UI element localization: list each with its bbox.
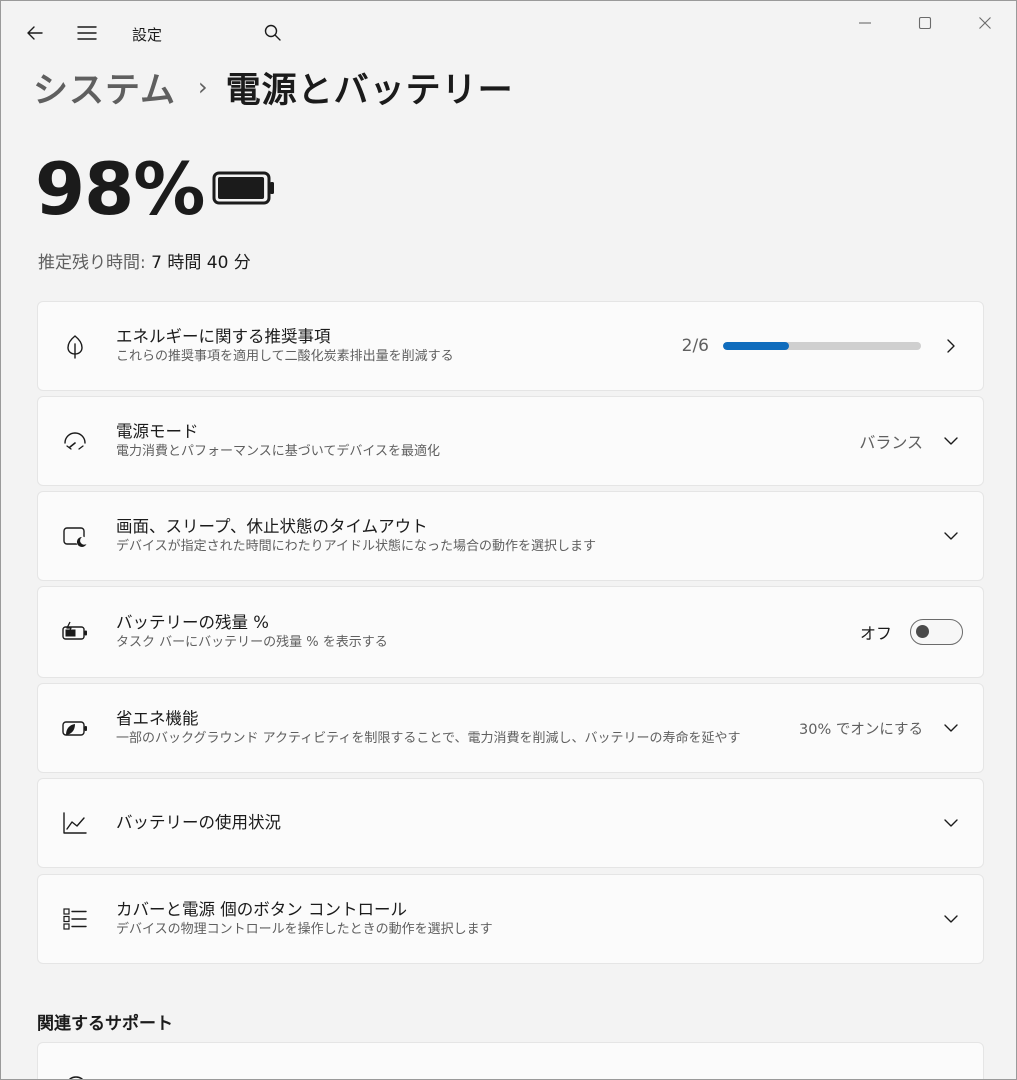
back-button[interactable] (21, 19, 49, 47)
screen-sleep-title: 画面、スリープ、休止状態のタイムアウト (116, 517, 428, 536)
energy-recommendations-title: エネルギーに関する推奨事項 (116, 327, 331, 346)
screen-sleep-subtitle: デバイスが指定された時間にわたりアイドル状態になった場合の動作を選択します (116, 539, 596, 554)
breadcrumb-separator-icon: › (197, 73, 208, 101)
app-title: 設定 (132, 26, 163, 44)
minimize-icon (859, 22, 871, 24)
line-chart-icon (60, 808, 90, 838)
battery-percentage: 98% (35, 147, 205, 231)
breadcrumb-parent-system[interactable]: システム (33, 62, 176, 113)
energy-saver-title: 省エネ機能 (116, 709, 199, 728)
energy-saver-value: 30% でオンにする (799, 721, 923, 738)
recommendations-progress-bar (723, 342, 921, 350)
list-icon (60, 904, 90, 934)
battery-percentage-toggle-label: オフ (859, 624, 892, 643)
page-title: 電源とバッテリー (225, 70, 514, 111)
battery-icon (212, 171, 274, 205)
chevron-down-icon (939, 524, 963, 548)
globe-icon (68, 1076, 84, 1079)
maximize-icon (918, 16, 932, 30)
energy-recommendations-subtitle: これらの推奨事項を適用して二酸化炭素排出量を削減する (116, 349, 454, 364)
search-icon (264, 24, 281, 41)
related-support-heading: 関連するサポート (37, 1014, 173, 1034)
battery-percentage-toggle[interactable] (910, 619, 963, 645)
chevron-down-icon (939, 811, 963, 835)
battery-charging-icon (60, 617, 90, 647)
navigation-menu-button[interactable] (73, 19, 101, 47)
minimize-button[interactable] (849, 9, 881, 37)
related-support-card[interactable] (37, 1042, 984, 1079)
estimated-time-remaining: 推定残り時間: 7 時間 40 分 (38, 248, 251, 273)
search-button[interactable] (259, 19, 287, 47)
chevron-right-icon (939, 334, 963, 358)
toggle-knob (916, 625, 929, 638)
screen-sleep-icon (60, 521, 90, 551)
battery-usage-card[interactable]: バッテリーの使用状況 (37, 778, 984, 868)
lid-power-button-title: カバーと電源 個のボタン コントロール (116, 900, 407, 919)
maximize-button[interactable] (909, 9, 941, 37)
battery-percentage-title: バッテリーの残量 % (116, 613, 269, 632)
battery-usage-title: バッテリーの使用状況 (116, 813, 281, 832)
close-button[interactable] (969, 9, 1001, 37)
energy-saver-icon (60, 713, 90, 743)
lid-power-button-subtitle: デバイスの物理コントロールを操作したときの動作を選択します (116, 922, 493, 937)
hamburger-menu-icon (77, 26, 97, 40)
chevron-down-icon (939, 907, 963, 931)
lid-power-button-card[interactable]: カバーと電源 個のボタン コントロール デバイスの物理コントロールを操作したとき… (37, 874, 984, 964)
power-mode-value[interactable]: バランス (859, 429, 923, 453)
power-mode-subtitle: 電力消費とパフォーマンスに基づいてデバイスを最適化 (116, 444, 440, 459)
battery-percentage-card: バッテリーの残量 % タスク バーにバッテリーの残量 % を表示する オフ (37, 586, 984, 678)
settings-window: 設定 システム › 電源とバッテリー 98% 推定残り時間: 7 時間 40 分 (0, 0, 1017, 1080)
recommendations-progress-count: 2/6 (681, 336, 709, 356)
title-bar: 設定 (1, 1, 1016, 63)
leaf-icon (60, 331, 90, 361)
estimated-time-label: 推定残り時間: (38, 253, 146, 273)
chevron-down-icon (939, 716, 963, 740)
estimated-time-value: 7 時間 40 分 (151, 253, 251, 273)
recommendations-progress-fill (723, 342, 789, 350)
energy-saver-subtitle: 一部のバックグラウンド アクティビティを制限することで、電力消費を削減し、バッテ… (116, 731, 741, 746)
screen-sleep-timeout-card[interactable]: 画面、スリープ、休止状態のタイムアウト デバイスが指定された時間にわたりアイドル… (37, 491, 984, 581)
energy-saver-card[interactable]: 省エネ機能 一部のバックグラウンド アクティビティを制限することで、電力消費を削… (37, 683, 984, 773)
battery-percentage-subtitle: タスク バーにバッテリーの残量 % を表示する (116, 635, 388, 650)
power-mode-title: 電源モード (116, 422, 199, 441)
chevron-down-icon (939, 429, 963, 453)
back-arrow-icon (27, 26, 43, 40)
energy-recommendations-card[interactable]: エネルギーに関する推奨事項 これらの推奨事項を適用して二酸化炭素排出量を削減する… (37, 301, 984, 391)
breadcrumb: システム › 電源とバッテリー (33, 63, 514, 111)
close-icon (979, 17, 991, 29)
speedometer-icon (60, 426, 90, 456)
power-mode-card[interactable]: 電源モード 電力消費とパフォーマンスに基づいてデバイスを最適化 バランス (37, 396, 984, 486)
battery-level-fill (218, 177, 265, 199)
